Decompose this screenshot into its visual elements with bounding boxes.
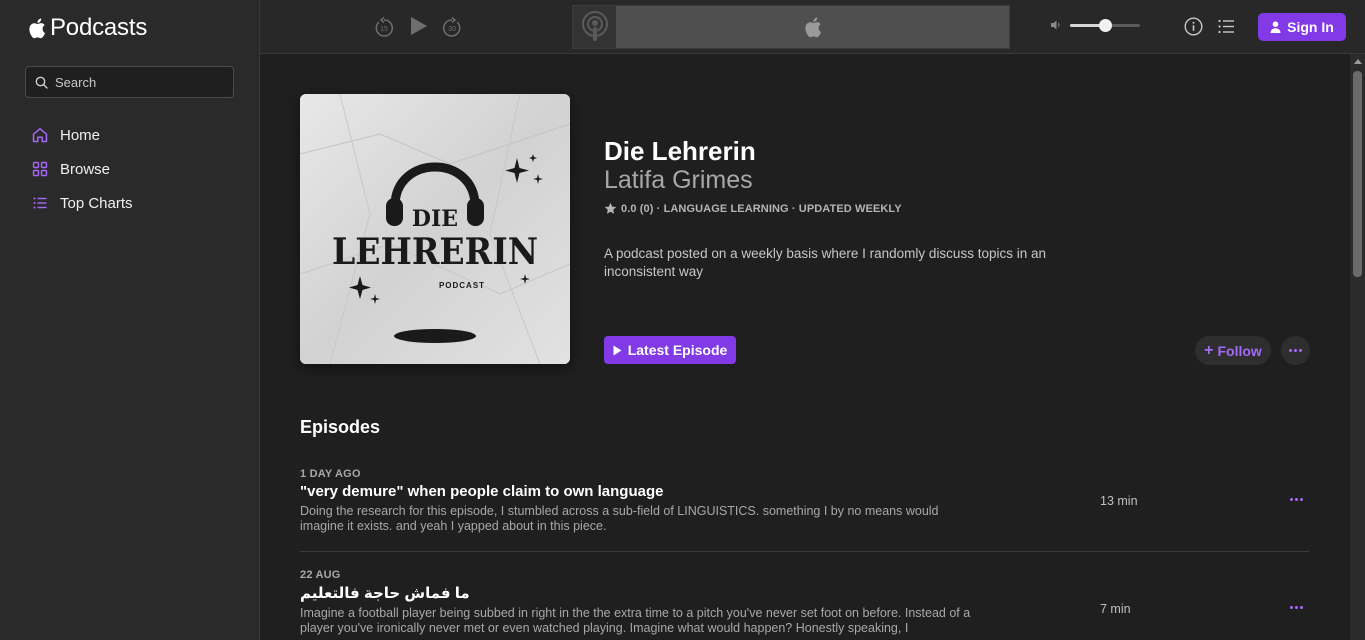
episode-more-button[interactable] — [1286, 602, 1307, 613]
volume-slider[interactable] — [1070, 18, 1140, 32]
podcast-meta-text: 0.0 (0) · LANGUAGE LEARNING · UPDATED WE… — [621, 202, 902, 215]
play-icon — [411, 17, 427, 35]
episode-description: Imagine a football player being subbed i… — [300, 606, 971, 635]
now-playing-display — [572, 5, 1010, 49]
info-button[interactable] — [1184, 17, 1203, 36]
episode-duration: 7 min — [1100, 602, 1131, 616]
latest-episode-label: Latest Episode — [627, 342, 728, 358]
podcast-title: Die Lehrerin — [604, 136, 756, 166]
artwork-graphic: DIE LEHRERIN PODCAST — [300, 94, 570, 364]
episodes-heading: Episodes — [300, 417, 381, 437]
player-bar: 15 30 Sign In — [260, 0, 1365, 54]
skip-forward-30-icon: 30 — [443, 16, 461, 37]
episode-title[interactable]: ما فماش حاجة فالتعليم — [300, 584, 1310, 602]
apple-logo-icon — [804, 17, 821, 38]
episode-date: 22 AUG — [300, 569, 341, 581]
brand-name: Podcasts — [50, 14, 148, 41]
search-box[interactable] — [25, 66, 234, 98]
episode-divider — [300, 551, 1309, 552]
artwork-text-die: DIE — [412, 206, 458, 232]
follow-label: Follow — [1217, 342, 1262, 359]
person-icon — [1270, 21, 1281, 33]
speaker-icon — [1051, 20, 1060, 30]
skip-forward-label: 30 — [448, 26, 456, 33]
now-playing-artwork — [573, 6, 616, 48]
podcast-more-button[interactable] — [1281, 336, 1310, 365]
volume-control — [1050, 18, 1140, 32]
brand-logo[interactable]: Podcasts — [28, 14, 147, 42]
skip-back-15-icon: 15 — [375, 16, 393, 37]
skip-back-button[interactable]: 15 — [373, 14, 395, 40]
scrollbar[interactable] — [1350, 54, 1365, 640]
sidebar-item-browse[interactable]: Browse — [25, 152, 235, 186]
latest-episode-button[interactable]: Latest Episode — [604, 336, 736, 364]
search-icon — [35, 76, 48, 89]
list-icon — [33, 197, 47, 209]
now-playing-info — [616, 6, 1009, 48]
follow-button[interactable]: + Follow — [1195, 336, 1271, 365]
podcast-page: DIE LEHRERIN PODCAST Die Lehrerin Latifa… — [260, 54, 1350, 640]
artwork-text-lehrerin: LEHRERIN — [332, 231, 538, 273]
skip-back-label: 15 — [380, 26, 388, 33]
podcasts-app: Podcasts Home — [0, 0, 1365, 640]
sidebar-item-label: Home — [60, 126, 101, 144]
star-icon — [604, 202, 617, 214]
episode-date: 1 DAY AGO — [300, 468, 361, 480]
scroll-up-arrow-icon[interactable] — [1354, 59, 1362, 64]
sidebar-item-label: Browse — [60, 160, 111, 178]
search-input[interactable] — [55, 74, 225, 90]
podcast-meta: 0.0 (0) · LANGUAGE LEARNING · UPDATED WE… — [604, 202, 902, 215]
scroll-thumb[interactable] — [1353, 71, 1362, 277]
sidebar-nav: Home Browse Top Charts — [25, 118, 235, 220]
home-icon — [32, 128, 48, 143]
artwork-text-podcast: PODCAST — [439, 281, 485, 290]
skip-forward-button[interactable]: 30 — [441, 14, 463, 40]
queue-list-icon — [1218, 19, 1234, 34]
volume-knob[interactable] — [1099, 18, 1112, 32]
sidebar: Podcasts Home — [0, 0, 260, 640]
play-icon — [613, 345, 622, 355]
episode-more-button[interactable] — [1286, 494, 1307, 505]
sidebar-item-label: Top Charts — [60, 194, 133, 212]
episode-row[interactable]: 1 DAY AGO "very demure" when people clai… — [300, 468, 1310, 534]
podcast-description: A podcast posted on a weekly basis where… — [604, 246, 1046, 279]
podcast-author[interactable]: Latifa Grimes — [604, 166, 753, 195]
sign-in-label: Sign In — [1287, 19, 1334, 35]
episode-title[interactable]: "very demure" when people claim to own l… — [300, 483, 1310, 500]
sidebar-item-home[interactable]: Home — [25, 118, 235, 152]
episode-description: Doing the research for this episode, I s… — [300, 504, 939, 533]
podcasts-icon — [581, 11, 608, 41]
play-button[interactable] — [410, 16, 428, 36]
episode-duration: 13 min — [1100, 494, 1138, 508]
info-icon — [1184, 17, 1203, 36]
queue-button[interactable] — [1218, 19, 1235, 34]
podcast-artwork[interactable]: DIE LEHRERIN PODCAST — [300, 94, 570, 364]
episode-row[interactable]: 22 AUG ما فماش حاجة فالتعليم Imagine a f… — [300, 569, 1310, 636]
apple-logo-icon — [29, 18, 45, 39]
grid-icon — [32, 161, 48, 177]
sign-in-button[interactable]: Sign In — [1258, 13, 1346, 41]
plus-icon: + — [1204, 341, 1214, 359]
sidebar-item-top-charts[interactable]: Top Charts — [25, 186, 235, 220]
more-icon — [1289, 349, 1302, 352]
